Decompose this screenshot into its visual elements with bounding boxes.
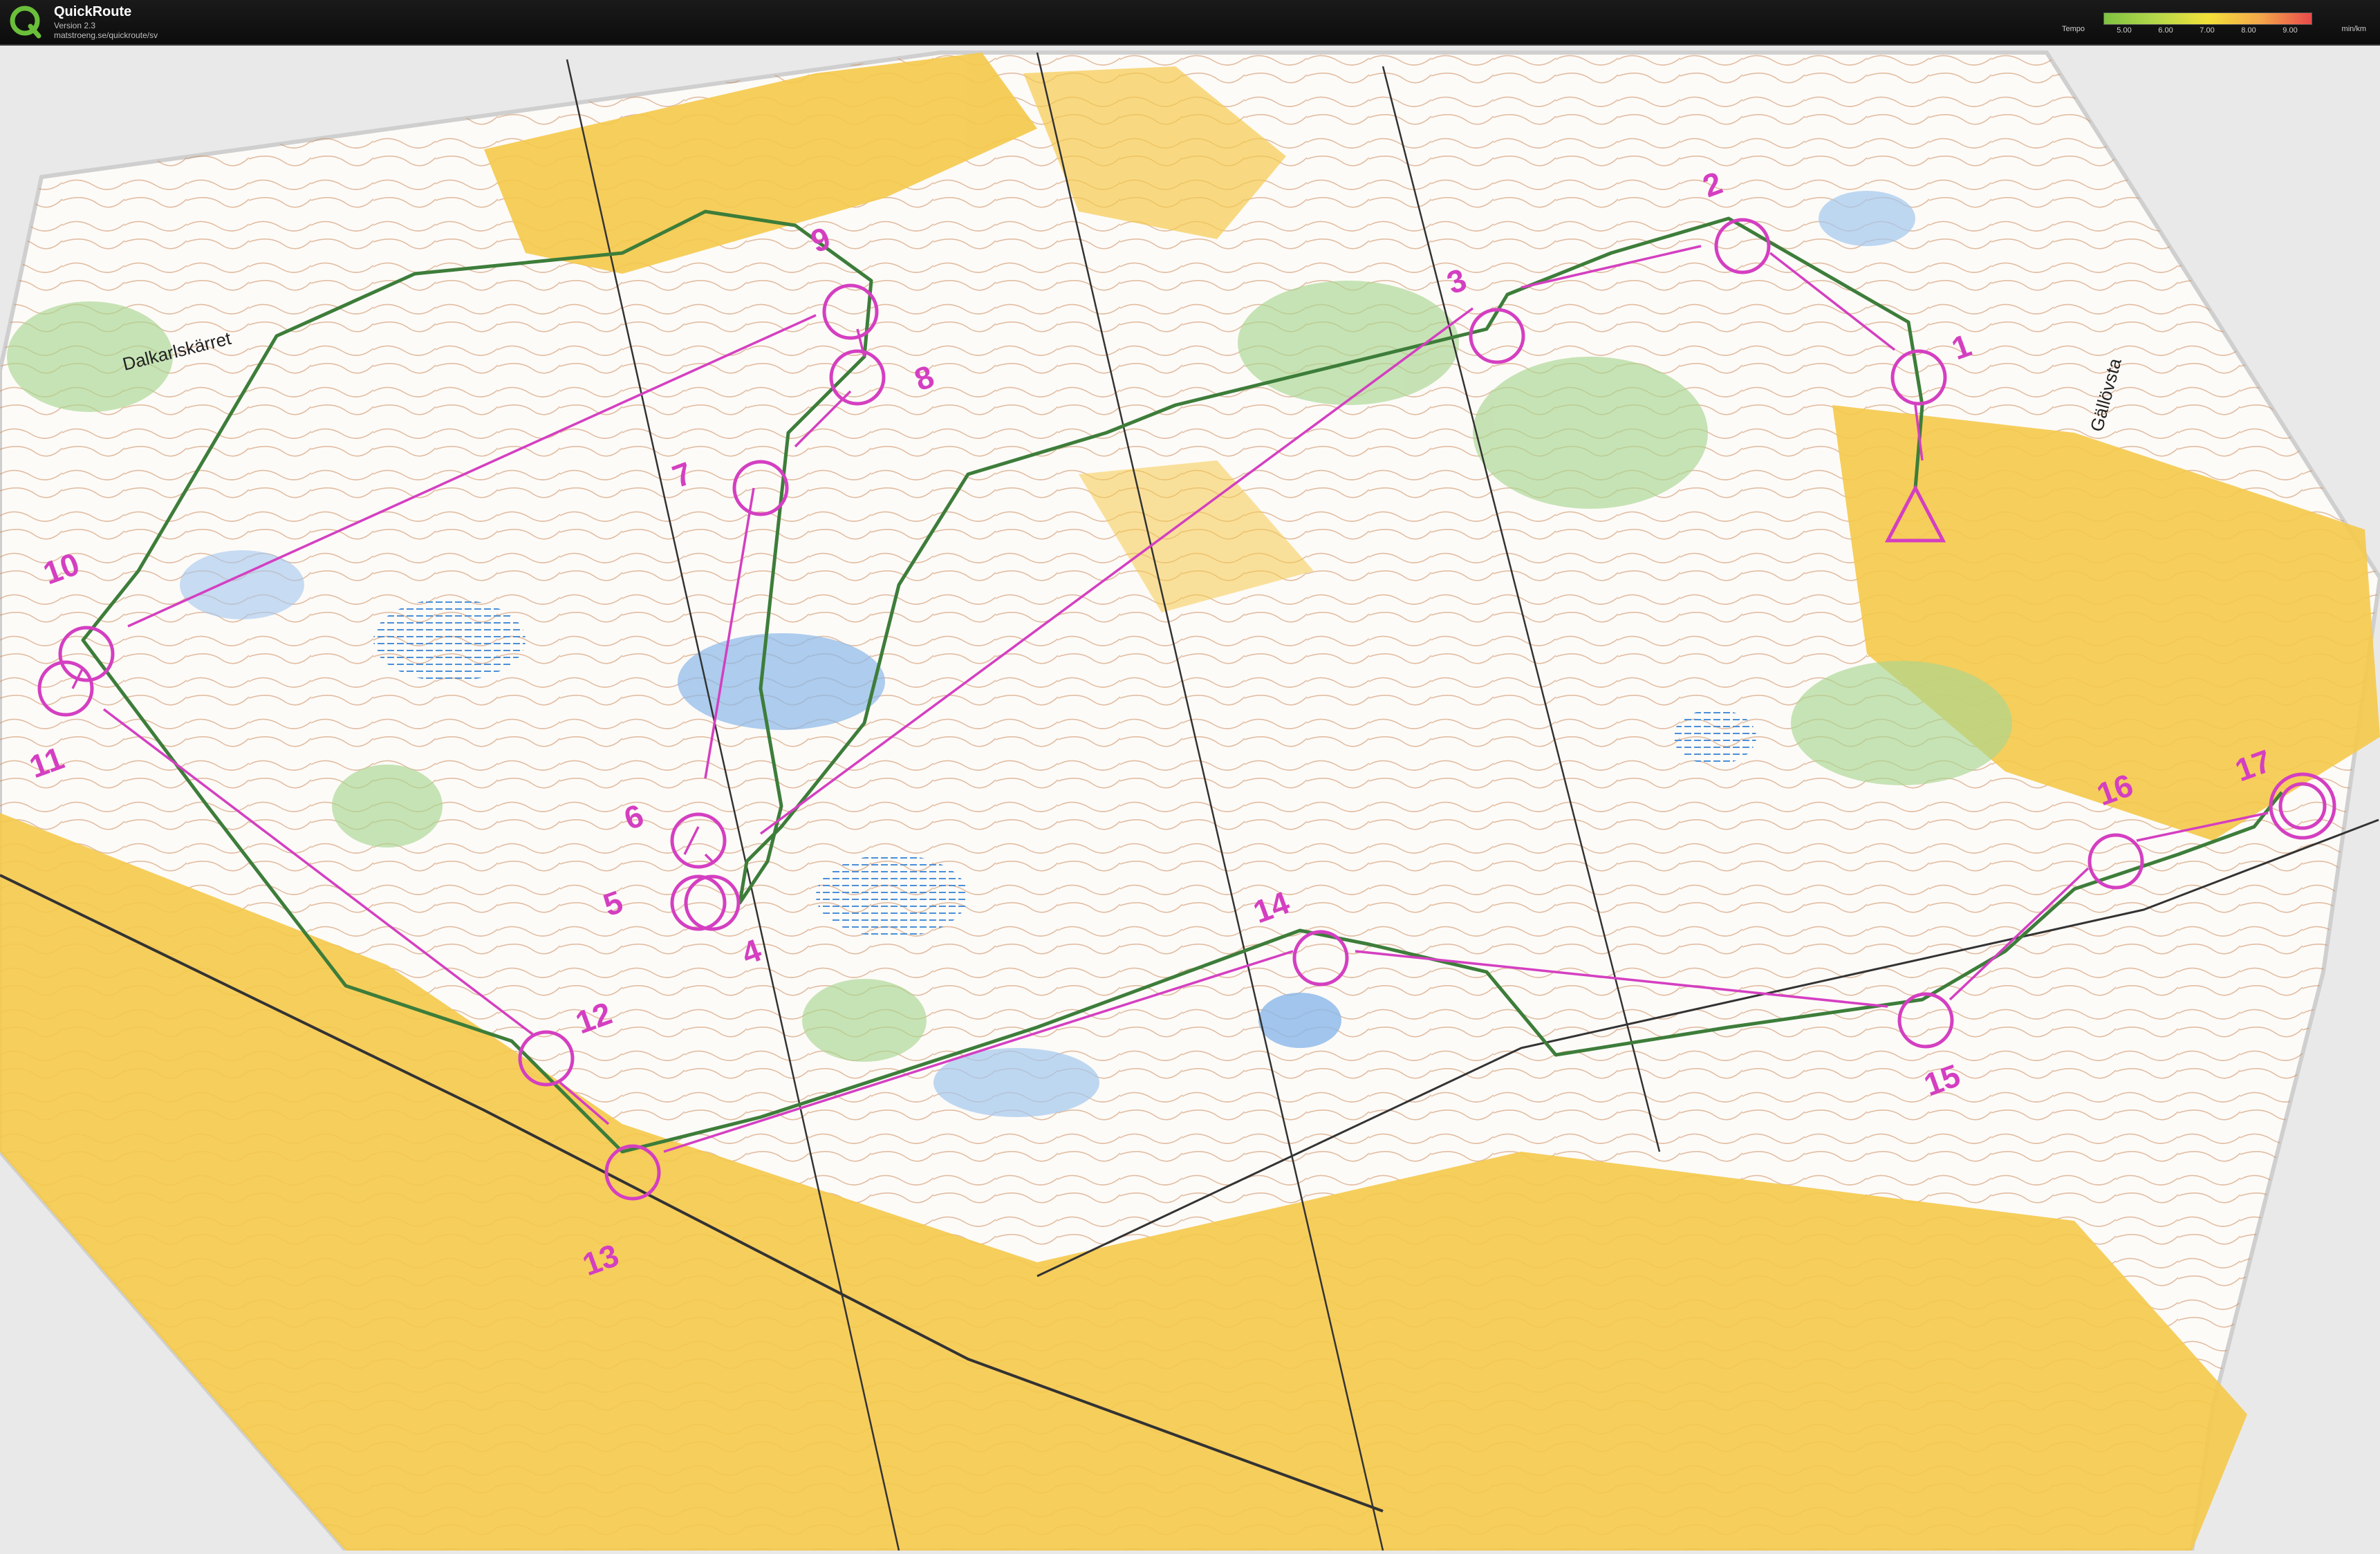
tempo-label: Tempo: [2062, 25, 2085, 33]
app-version: Version 2.3: [54, 21, 96, 30]
quickroute-logo-icon: [10, 6, 41, 39]
tempo-legend: Tempo 5.00 6.00 7.00 8.00 9.00 min/km: [2062, 10, 2366, 40]
tempo-color-scale: [2103, 12, 2312, 25]
tempo-tick: 5.00: [2117, 26, 2132, 35]
tempo-tick: 9.00: [2283, 26, 2298, 35]
tempo-tick: 6.00: [2158, 26, 2173, 35]
app-url: matstroeng.se/quickroute/sv: [54, 30, 158, 40]
orienteering-map[interactable]: Dalkarlskärret Gällövsta 1 2 3 4 5 6 7 8…: [0, 46, 2380, 1553]
tempo-unit: min/km: [2341, 25, 2366, 33]
app-title: QuickRoute: [54, 4, 132, 19]
tempo-ticks: 5.00 6.00 7.00 8.00 9.00: [2103, 26, 2311, 36]
app-header: QuickRoute Version 2.3 matstroeng.se/qui…: [0, 0, 2380, 46]
tempo-tick: 8.00: [2241, 26, 2256, 35]
map-view[interactable]: Dalkarlskärret Gällövsta 1 2 3 4 5 6 7 8…: [0, 46, 2380, 1553]
tempo-tick: 7.00: [2200, 26, 2215, 35]
